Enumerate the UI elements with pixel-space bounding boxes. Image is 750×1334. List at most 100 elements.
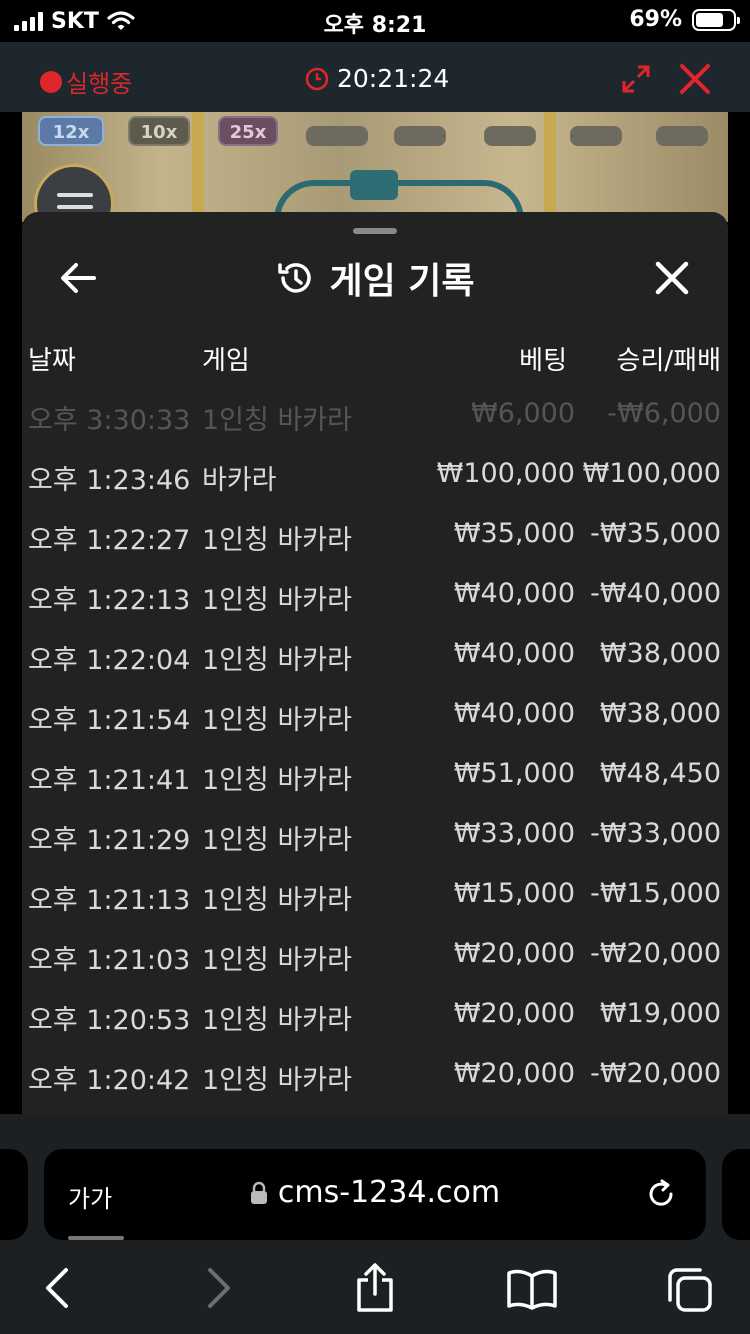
column-result: 승리/패배 [616, 346, 721, 376]
previous-tab-card[interactable] [0, 1149, 28, 1240]
pillar [192, 112, 204, 222]
battery-icon [692, 8, 740, 31]
browser-toolbar [0, 1250, 750, 1334]
row-time: 오후 1:22:13 [28, 585, 191, 616]
column-game: 게임 [202, 346, 250, 376]
row-game: 1인칭 바카라 [202, 645, 352, 676]
row-bet: ₩40,000 [453, 698, 575, 729]
row-game: 1인칭 바카라 [202, 1065, 352, 1096]
row-bet: ₩35,000 [453, 518, 575, 549]
row-result: -₩20,000 [590, 1058, 721, 1089]
session-clock: 20:21:24 [305, 64, 449, 93]
running-indicator: 실행중 [40, 64, 132, 99]
close-game-icon[interactable] [678, 62, 712, 96]
status-bar: SKT 오후 8:21 69% [0, 0, 750, 42]
history-row[interactable]: 오후 1:22:04 1인칭 바카라 ₩40,000 ₩38,000 [22, 624, 728, 684]
row-time: 오후 1:21:03 [28, 945, 191, 976]
row-result: ₩48,450 [599, 758, 721, 789]
row-result: -₩33,000 [590, 818, 721, 849]
row-bet: ₩20,000 [453, 938, 575, 969]
url-display[interactable]: cms-1234.com [44, 1175, 706, 1210]
multiplier-placeholder [570, 126, 622, 146]
row-result: ₩100,000 [582, 458, 721, 489]
game-top-bar: 실행중 20:21:24 [0, 42, 750, 112]
row-bet: ₩6,000 [471, 398, 575, 429]
history-row[interactable]: 오후 1:21:54 1인칭 바카라 ₩40,000 ₩38,000 [22, 684, 728, 744]
status-right: 69% [629, 7, 740, 32]
address-bar[interactable]: 가가 cms-1234.com [44, 1149, 706, 1240]
bookmarks-icon[interactable] [506, 1268, 558, 1310]
row-bet: ₩20,000 [453, 1058, 575, 1089]
row-game: 1인칭 바카라 [202, 825, 352, 856]
sheet-header: 게임 기록 [22, 248, 728, 308]
history-row[interactable]: 오후 3:30:33 1인칭 바카라 ₩6,000 -₩6,000 [22, 384, 728, 444]
reload-icon[interactable] [644, 1177, 678, 1211]
row-time: 오후 1:20:42 [28, 1065, 191, 1096]
row-result: -₩6,000 [607, 398, 721, 429]
sheet-grabber[interactable] [353, 228, 397, 234]
column-date: 날짜 [28, 346, 76, 376]
row-result: ₩38,000 [599, 698, 721, 729]
row-time: 오후 1:21:41 [28, 765, 191, 796]
history-row[interactable]: 오후 1:21:13 1인칭 바카라 ₩15,000 -₩15,000 [22, 864, 728, 924]
row-bet: ₩20,000 [453, 998, 575, 1029]
history-row[interactable]: 오후 1:22:13 1인칭 바카라 ₩40,000 -₩40,000 [22, 564, 728, 624]
column-bet: 베팅 [519, 346, 567, 376]
pipe-head [350, 170, 398, 200]
row-bet: ₩33,000 [453, 818, 575, 849]
row-time: 오후 1:20:53 [28, 1005, 191, 1036]
row-game: 1인칭 바카라 [202, 525, 352, 556]
multiplier-placeholder [306, 126, 368, 146]
history-row[interactable]: 오후 1:21:41 1인칭 바카라 ₩51,000 ₩48,450 [22, 744, 728, 804]
history-row[interactable]: 오후 1:21:29 1인칭 바카라 ₩33,000 -₩33,000 [22, 804, 728, 864]
row-time: 오후 1:21:13 [28, 885, 191, 916]
history-row[interactable]: 오후 1:20:42 1인칭 바카라 ₩20,000 -₩20,000 [22, 1044, 728, 1104]
back-arrow-icon[interactable] [58, 260, 98, 296]
record-dot-icon [40, 70, 62, 93]
url-text: cms-1234.com [277, 1175, 501, 1210]
history-row[interactable]: 오후 1:20:53 1인칭 바카라 ₩20,000 ₩19,000 [22, 984, 728, 1044]
pillar [544, 112, 556, 222]
history-list: 오후 3:30:33 1인칭 바카라 ₩6,000 -₩6,000 오후 1:2… [22, 384, 728, 1104]
multiplier-badge: 25x [218, 116, 278, 146]
row-game: 1인칭 바카라 [202, 585, 352, 616]
close-icon[interactable] [652, 258, 692, 298]
row-bet: ₩100,000 [436, 458, 575, 489]
history-row[interactable]: 오후 1:21:03 1인칭 바카라 ₩20,000 -₩20,000 [22, 924, 728, 984]
history-row[interactable]: 오후 1:22:27 1인칭 바카라 ₩35,000 -₩35,000 [22, 504, 728, 564]
row-game: 1인칭 바카라 [202, 945, 352, 976]
forward-icon[interactable] [200, 1266, 236, 1310]
row-time: 오후 1:21:29 [28, 825, 191, 856]
fullscreen-icon[interactable] [621, 64, 651, 94]
row-game: 1인칭 바카라 [202, 1005, 352, 1036]
clock-icon [305, 67, 329, 90]
row-time: 오후 1:23:46 [28, 465, 191, 496]
row-time: 오후 1:22:04 [28, 645, 191, 676]
battery-percent: 69% [629, 7, 682, 32]
row-bet: ₩40,000 [453, 638, 575, 669]
title-group: 게임 기록 [22, 252, 728, 304]
row-result: ₩38,000 [599, 638, 721, 669]
column-headers: 날짜 게임 베팅 승리/패배 [22, 340, 728, 380]
row-bet: ₩15,000 [453, 878, 575, 909]
tabs-icon[interactable] [666, 1266, 714, 1314]
back-icon[interactable] [40, 1266, 76, 1310]
next-tab-card[interactable] [722, 1149, 750, 1240]
history-icon [278, 263, 312, 293]
running-label: 실행중 [66, 70, 133, 98]
row-game: 1인칭 바카라 [202, 765, 352, 796]
history-row[interactable]: 오후 1:23:46 바카라 ₩100,000 ₩100,000 [22, 444, 728, 504]
game-preview[interactable]: 12x 10x 25x [22, 112, 728, 222]
row-time: 오후 1:21:54 [28, 705, 191, 736]
multiplier-placeholder [394, 126, 446, 146]
row-time: 오후 3:30:33 [28, 405, 191, 436]
multiplier-badge: 12x [38, 116, 104, 146]
row-game: 1인칭 바카라 [202, 405, 352, 436]
clock-time: 20:21:24 [337, 64, 450, 93]
game-history-sheet: 게임 기록 날짜 게임 베팅 승리/패배 오후 3:30:33 1인칭 바카라 … [22, 212, 728, 1114]
multiplier-placeholder [656, 126, 708, 146]
multiplier-placeholder [484, 126, 536, 146]
share-icon[interactable] [354, 1262, 396, 1314]
row-result: ₩19,000 [599, 998, 721, 1029]
row-result: -₩35,000 [590, 518, 721, 549]
